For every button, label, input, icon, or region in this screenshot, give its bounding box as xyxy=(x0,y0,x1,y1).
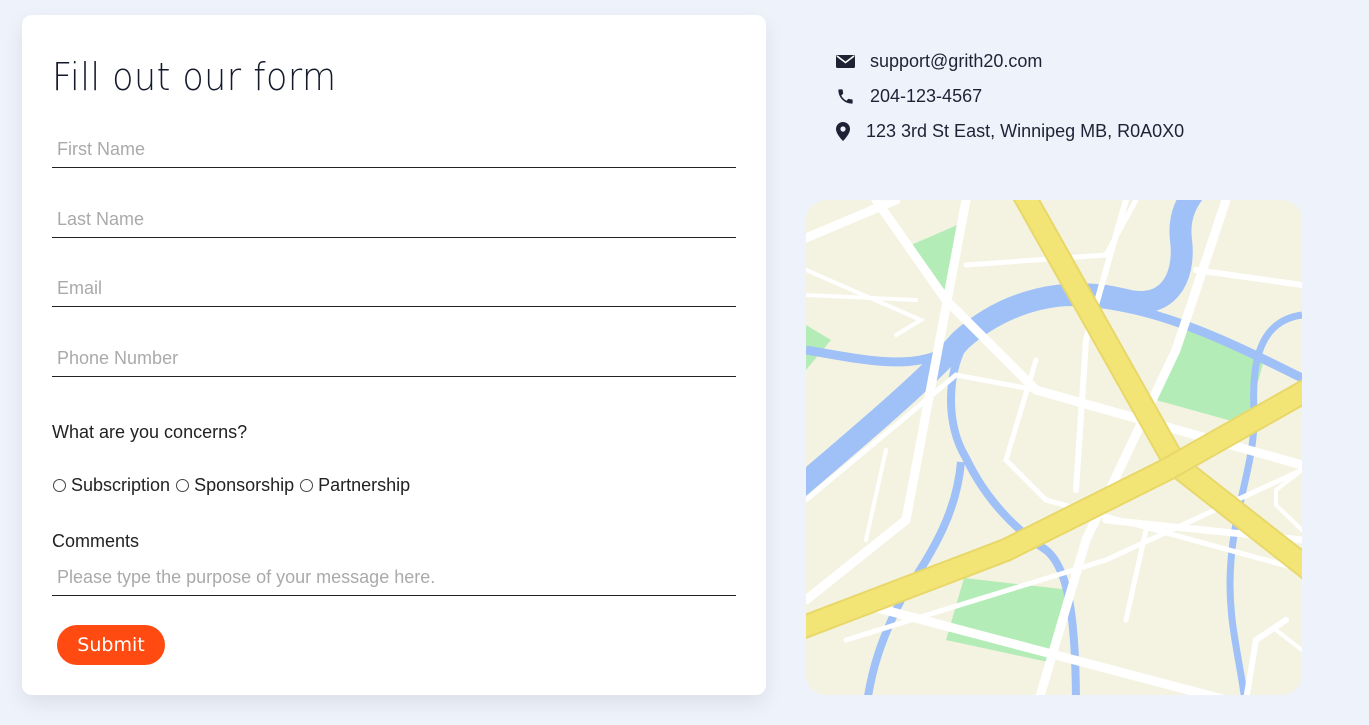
email-input[interactable] xyxy=(52,271,736,307)
sponsorship-radio[interactable] xyxy=(176,479,190,492)
subscription-label: Subscription xyxy=(71,475,171,495)
sponsorship-label: Sponsorship xyxy=(194,475,295,495)
subscription-radio[interactable] xyxy=(53,479,66,492)
phone-number-input[interactable] xyxy=(52,341,736,377)
partnership-radio[interactable] xyxy=(300,479,314,492)
location-map[interactable] xyxy=(806,200,1302,695)
subscription-radio-option[interactable]: Subscription xyxy=(52,475,170,496)
envelope-icon xyxy=(836,52,856,72)
map-marker-icon xyxy=(836,122,856,142)
concerns-radio-group: Subscription Sponsorship Partnership xyxy=(52,475,410,496)
contact-phone: 204-123-4567 xyxy=(836,86,982,107)
sponsorship-radio-option[interactable]: Sponsorship xyxy=(175,475,294,496)
contact-address: 123 3rd St East, Winnipeg MB, R0A0X0 xyxy=(836,121,1184,142)
contact-email-text[interactable]: support@grith20.com xyxy=(870,51,1042,72)
contact-email: support@grith20.com xyxy=(836,51,1042,72)
contact-phone-text[interactable]: 204-123-4567 xyxy=(870,86,982,107)
submit-button[interactable]: Submit xyxy=(57,625,165,665)
last-name-input[interactable] xyxy=(52,202,736,238)
concerns-label: What are you concerns? xyxy=(52,422,248,442)
phone-icon xyxy=(836,87,856,107)
first-name-input[interactable] xyxy=(52,132,736,168)
contact-address-text: 123 3rd St East, Winnipeg MB, R0A0X0 xyxy=(866,121,1185,141)
form-title: Fill out our form xyxy=(52,55,337,99)
partnership-radio-option[interactable]: Partnership xyxy=(299,475,410,496)
map-illustration xyxy=(806,200,1302,695)
partnership-label: Partnership xyxy=(318,475,411,495)
contact-form-card: Fill out our form What are you concerns?… xyxy=(22,15,766,695)
comments-label: Comments xyxy=(52,531,140,551)
comments-input[interactable] xyxy=(52,560,736,596)
